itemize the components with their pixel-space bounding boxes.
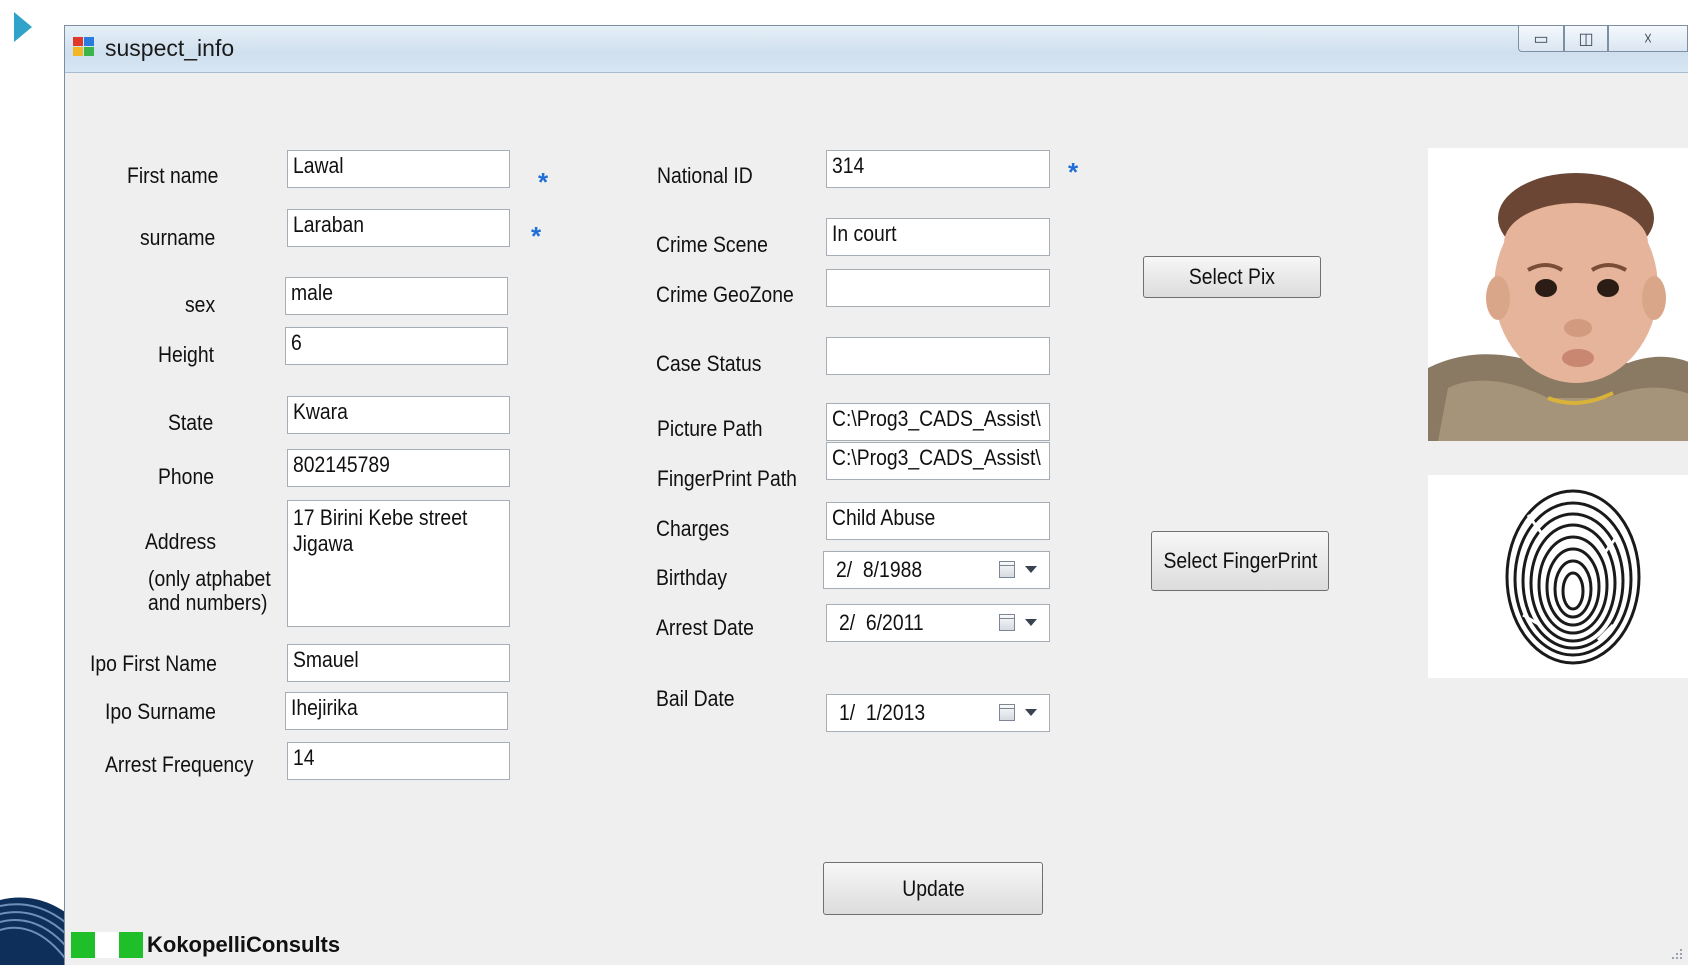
ipo-surname-field[interactable]: Ihejirika	[285, 692, 508, 730]
crime-geozone-field[interactable]	[826, 269, 1050, 307]
bail-date-picker[interactable]: 1/ 1/2013	[826, 694, 1050, 732]
height-label: Height	[158, 342, 214, 367]
picture-path-label: Picture Path	[657, 416, 763, 441]
surname-required-marker: *	[531, 221, 542, 251]
arrest-date-label: Arrest Date	[656, 615, 754, 640]
bail-date-label: Bail Date	[656, 686, 735, 711]
birthday-label: Birthday	[656, 565, 728, 590]
brand-logo-square	[119, 932, 143, 958]
address-hint-line1: (only atphabet	[148, 566, 271, 591]
maximize-button[interactable]: ◫	[1564, 26, 1608, 52]
slide-bullet-arrow	[14, 12, 32, 42]
brand-footer: KokopelliConsults	[71, 931, 340, 959]
minimize-icon: ▭	[1533, 30, 1549, 48]
crime-scene-field[interactable]: In court	[826, 218, 1050, 256]
crime-geozone-label: Crime GeoZone	[656, 282, 794, 307]
charges-label: Charges	[656, 516, 730, 541]
close-button[interactable]: ☓	[1608, 26, 1688, 52]
fingerprint-path-field[interactable]: C:\Prog3_CADS_Assist\	[826, 442, 1050, 480]
dropdown-arrow-icon[interactable]	[1025, 709, 1037, 716]
arrest-date-value: 2/ 6/2011	[839, 610, 924, 635]
window-title: suspect_info	[105, 35, 235, 61]
address-textarea[interactable]: 17 Birini Kebe street Jigawa	[287, 500, 510, 627]
form-app-icon	[73, 37, 94, 56]
sex-label: sex	[185, 292, 216, 317]
first-name-required-marker: *	[538, 167, 549, 197]
select-pix-button[interactable]: Select Pix	[1143, 256, 1321, 298]
arrest-frequency-label: Arrest Frequency	[105, 752, 254, 777]
state-field[interactable]: Kwara	[287, 396, 510, 434]
close-icon: ☓	[1643, 30, 1653, 48]
crime-scene-label: Crime Scene	[656, 232, 768, 257]
address-hint-line2: and numbers)	[148, 590, 268, 615]
state-label: State	[168, 410, 214, 435]
baby-photo-image	[1428, 148, 1688, 441]
brand-logo-square	[71, 932, 95, 958]
suspect-photo	[1428, 148, 1688, 441]
resize-grip-icon[interactable]	[1670, 947, 1684, 961]
brand-name: KokopelliConsults	[147, 932, 341, 957]
case-status-field[interactable]	[826, 337, 1050, 375]
height-field[interactable]: 6	[285, 327, 508, 365]
minimize-button[interactable]: ▭	[1518, 26, 1564, 52]
form-client-area: First name Lawal * surname Laraban * sex…	[65, 73, 1688, 965]
dropdown-arrow-icon[interactable]	[1025, 566, 1037, 573]
national-id-field[interactable]: 314	[826, 150, 1050, 188]
first-name-label: First name	[127, 163, 219, 188]
title-bar[interactable]: suspect_info ▭ ◫ ☓	[65, 26, 1688, 73]
phone-label: Phone	[158, 464, 214, 489]
maximize-icon: ◫	[1578, 30, 1594, 48]
fingerprint-icon	[1505, 489, 1641, 665]
select-fingerprint-button[interactable]: Select FingerPrint	[1151, 531, 1329, 591]
arrest-date-picker[interactable]: 2/ 6/2011	[826, 604, 1050, 642]
birthday-date-picker[interactable]: 2/ 8/1988	[823, 551, 1050, 589]
birthday-value: 2/ 8/1988	[836, 557, 923, 582]
charges-field[interactable]: Child Abuse	[826, 502, 1050, 540]
arrest-frequency-field[interactable]: 14	[287, 742, 510, 780]
surname-field[interactable]: Laraban	[287, 209, 510, 247]
sex-field[interactable]: male	[285, 277, 508, 315]
fingerprint-image	[1428, 475, 1688, 678]
bail-date-value: 1/ 1/2013	[839, 700, 926, 725]
update-button[interactable]: Update	[823, 862, 1043, 915]
case-status-label: Case Status	[656, 351, 762, 376]
suspect-info-window: suspect_info ▭ ◫ ☓ First name Lawal * su…	[64, 25, 1688, 965]
phone-field[interactable]: 802145789	[287, 449, 510, 487]
first-name-field[interactable]: Lawal	[287, 150, 510, 188]
national-id-required-marker: *	[1068, 157, 1079, 187]
national-id-label: National ID	[657, 163, 753, 188]
calendar-icon	[999, 561, 1015, 578]
dropdown-arrow-icon[interactable]	[1025, 619, 1037, 626]
ipo-first-name-field[interactable]: Smauel	[287, 644, 510, 682]
ipo-surname-label: Ipo Surname	[105, 699, 216, 724]
fingerprint-path-label: FingerPrint Path	[657, 466, 797, 491]
calendar-icon	[999, 614, 1015, 631]
surname-label: surname	[140, 225, 216, 250]
ipo-first-name-label: Ipo First Name	[90, 651, 217, 676]
address-label: Address	[145, 529, 217, 554]
calendar-icon	[999, 704, 1015, 721]
picture-path-field[interactable]: C:\Prog3_CADS_Assist\	[826, 403, 1050, 441]
brand-logo-square	[95, 932, 119, 958]
